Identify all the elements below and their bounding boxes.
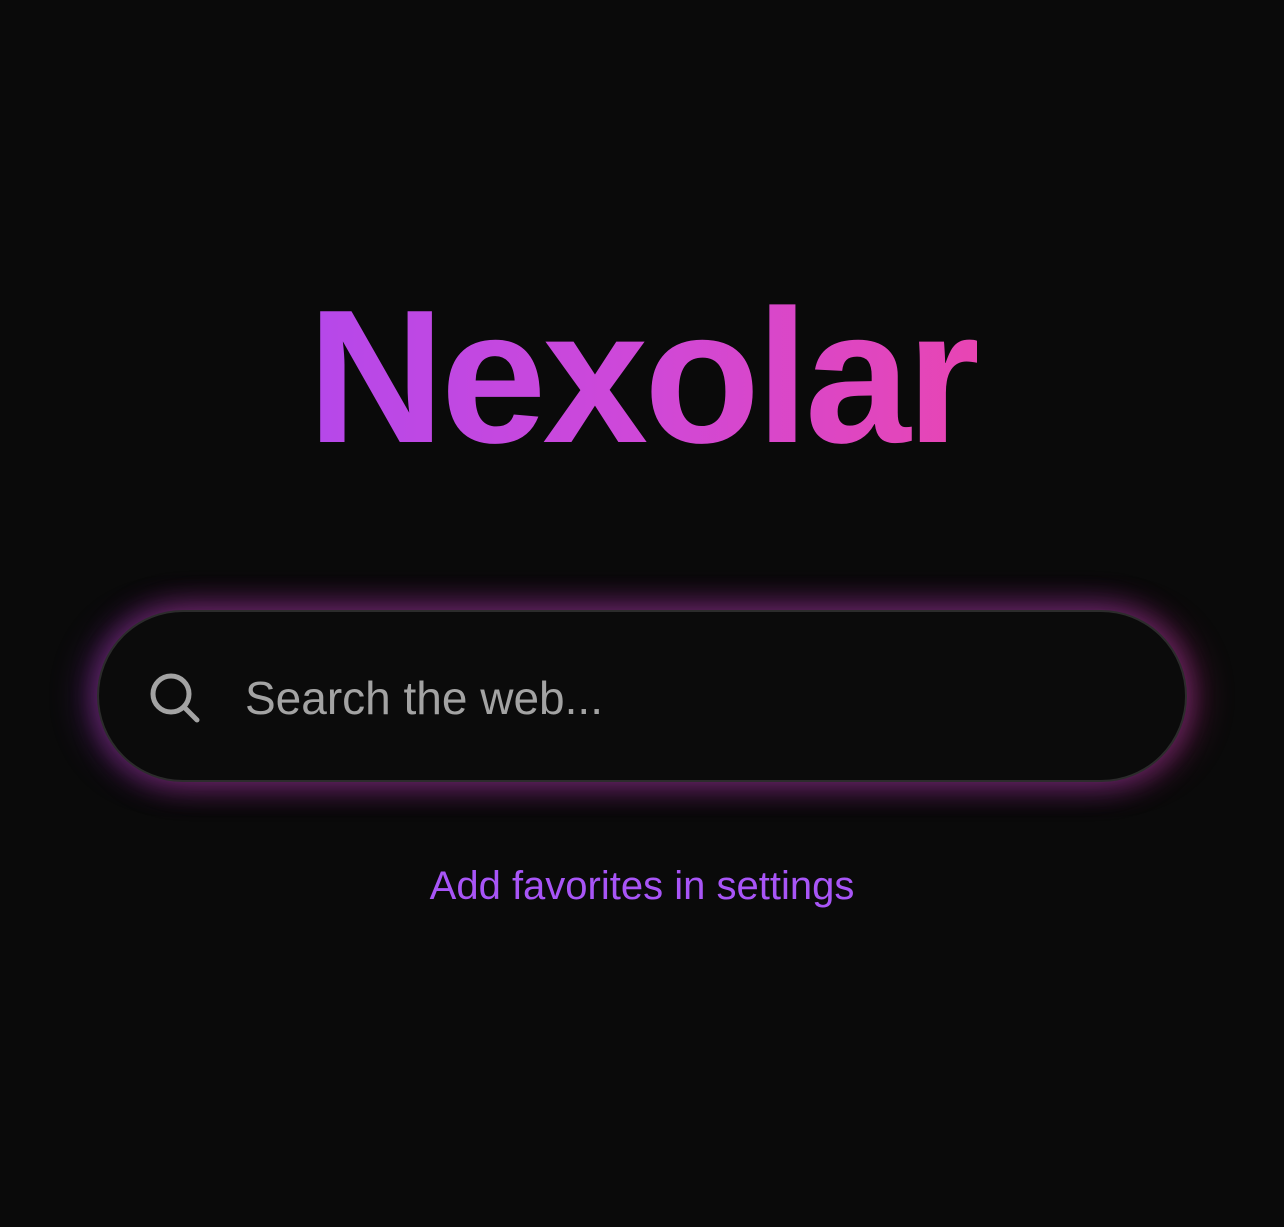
add-favorites-link[interactable]: Add favorites in settings <box>0 858 1284 914</box>
brand-logo-text: Nexolar <box>307 271 980 483</box>
brand-logo: Nexolar <box>0 271 1284 483</box>
new-tab-page: Nexolar Add favorites in settings <box>0 0 1284 1227</box>
search-icon <box>147 670 203 726</box>
search-input[interactable] <box>245 662 1125 734</box>
search-bar[interactable] <box>97 610 1187 782</box>
